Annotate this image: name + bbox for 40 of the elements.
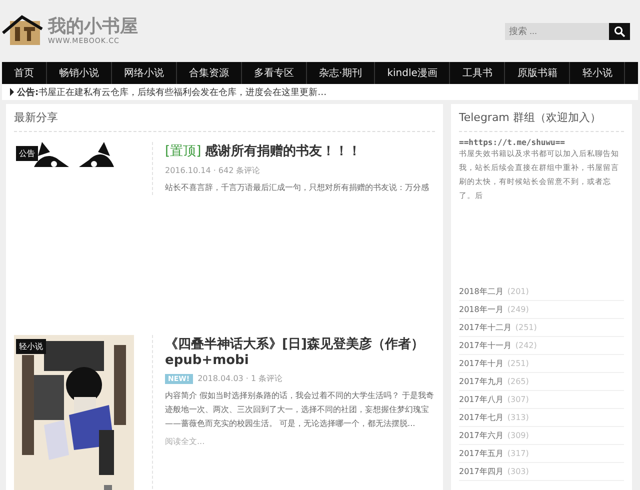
archive-count: (303) [507, 467, 529, 476]
archive-count: (251) [507, 359, 529, 368]
post-title[interactable]: 感谢所有捐赠的书友！！！ [205, 142, 362, 160]
archive-link[interactable]: 2017年八月 [459, 394, 504, 405]
post-title[interactable]: 《四叠半神话大系》[日]森见登美彦（作者） epub+mobi [165, 335, 435, 368]
section-title: 最新分享 [14, 110, 435, 132]
category-tag[interactable]: 公告 [16, 146, 38, 161]
archive-link[interactable]: 2017年九月 [459, 376, 504, 387]
post-meta: 2016.10.14 · 642 条评论 [165, 165, 260, 176]
telegram-link[interactable]: ==https://t.me/shuwu== [459, 138, 624, 147]
archive-link[interactable]: 2017年七月 [459, 412, 504, 423]
archive-link[interactable]: 2017年六月 [459, 430, 504, 441]
archive-count: (313) [507, 413, 529, 422]
post-meta: 2018.04.03 · 1 条评论 [198, 373, 283, 384]
logo-icon [2, 15, 44, 47]
category-tag[interactable]: 轻小说 [16, 339, 46, 354]
archive-link[interactable]: 2017年四月 [459, 466, 504, 477]
archive-count: (307) [507, 395, 529, 404]
archive-link[interactable]: 2018年二月 [459, 286, 504, 297]
archive-link[interactable]: 2017年十月 [459, 358, 504, 369]
post-excerpt: 站长不喜言辞，千言万语最后汇成一句，只想对所有捐赠的书友说：万分感 [165, 182, 430, 194]
triangle-icon [10, 88, 14, 96]
archive-link[interactable]: 2017年十一月 [459, 340, 512, 351]
archive-count: (317) [507, 449, 529, 458]
archive-link[interactable]: 2017年五月 [459, 448, 504, 459]
pinned-label: [置顶] [165, 143, 202, 160]
search-button[interactable] [609, 22, 630, 40]
archive-count: (201) [507, 287, 529, 296]
archive-count: (242) [515, 341, 537, 350]
search-field[interactable]: 搜索 ... [505, 22, 609, 40]
search-icon [614, 26, 625, 36]
archive-count: (251) [515, 323, 537, 332]
notice-text: 公告:书屋正在建私有云仓库，后续有些福利会发在仓库，进度会在这里更新… [17, 86, 327, 98]
archive-link[interactable]: 2017年十二月 [459, 322, 512, 333]
widget-title: Telegram 群组（欢迎加入） [459, 110, 624, 132]
archive-count: (249) [507, 305, 529, 314]
archive-count: (309) [507, 431, 529, 440]
archive-count: (265) [507, 377, 529, 386]
post-excerpt: 内容简介 假如当时选择别条路的话，我会过着不同的大学生活吗？ 于是我奇迹般地一次、两次、三次回到了大一，选择不同的社团，妄想握住梦幻瑰宝——蔷薇色而充实的校园生活。 可是，无论选择哪一个，都无法摆脱... [165, 390, 435, 430]
archive-link[interactable]: 2018年一月 [459, 304, 504, 315]
